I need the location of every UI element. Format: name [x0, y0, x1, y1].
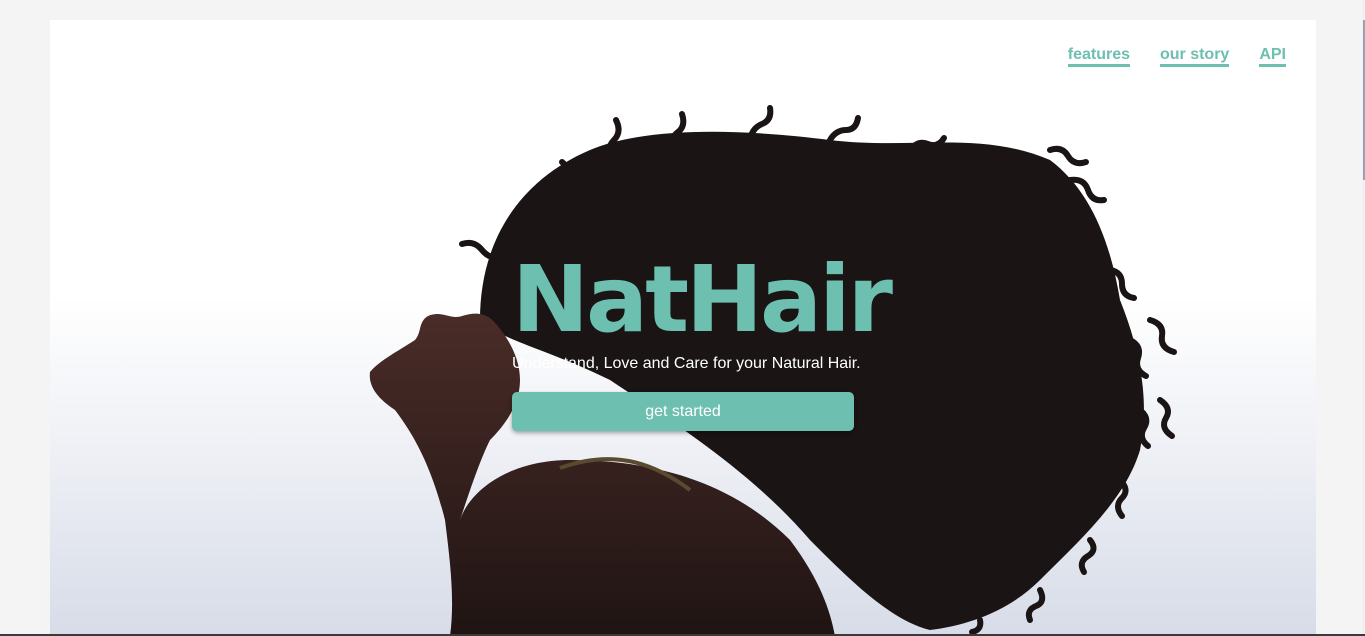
landing-page: features our story API NatHair Understan… [50, 20, 1316, 636]
hero-title: NatHair [512, 246, 893, 353]
nav-link-api[interactable]: API [1259, 46, 1286, 67]
hero-content: NatHair Understand, Love and Care for yo… [512, 246, 893, 431]
top-nav: features our story API [1067, 46, 1286, 67]
hero-subtitle: Understand, Love and Care for your Natur… [512, 355, 861, 372]
nav-link-our-story[interactable]: our story [1159, 46, 1230, 67]
get-started-button[interactable]: get started [512, 392, 854, 431]
nav-link-features[interactable]: features [1067, 46, 1130, 67]
